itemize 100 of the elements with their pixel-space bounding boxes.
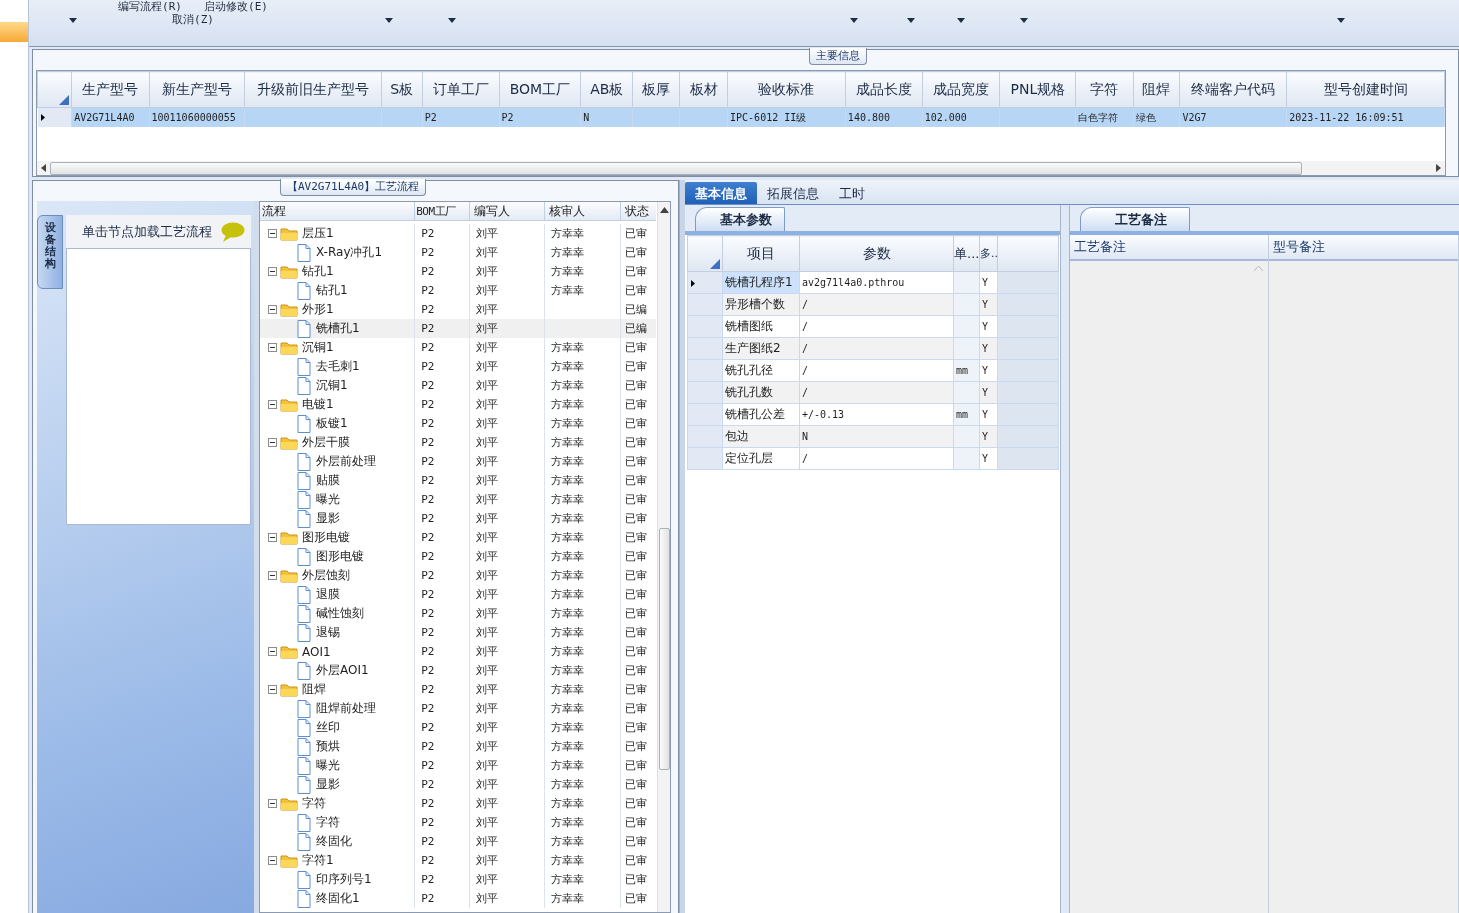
collapse-icon[interactable]: [268, 229, 277, 238]
column-header[interactable]: 板材: [679, 71, 728, 108]
tree-row[interactable]: 图形电镀 P2 刘平 方幸幸 已审: [260, 547, 656, 566]
column-header[interactable]: 项目: [722, 235, 800, 272]
tree-row[interactable]: 退锡 P2 刘平 方幸幸 已审: [260, 623, 656, 642]
vertical-scrollbar[interactable]: [657, 202, 670, 912]
panel-tab[interactable]: 工艺备注: [1080, 207, 1190, 231]
caret-icon[interactable]: [957, 18, 965, 23]
column-header[interactable]: 型号备注: [1269, 235, 1458, 261]
column-header[interactable]: AB板: [580, 71, 633, 108]
ribbon-button[interactable]: 编写流程(R): [118, 0, 182, 13]
tree-row[interactable]: 板镀1 P2 刘平 方幸幸 已审: [260, 414, 656, 433]
column-header[interactable]: 阻焊: [1133, 71, 1180, 108]
tree-row[interactable]: 外层蚀刻 P2 刘平 方幸幸 已审: [260, 566, 656, 585]
tree-row[interactable]: 图形电镀 P2 刘平 方幸幸 已审: [260, 528, 656, 547]
tree-row[interactable]: 显影 P2 刘平 方幸幸 已审: [260, 509, 656, 528]
tree-row[interactable]: 终固化1 P2 刘平 方幸幸 已审: [260, 889, 656, 908]
collapse-icon[interactable]: [268, 571, 277, 580]
caret-icon[interactable]: [448, 18, 456, 23]
node-label: 退锡: [316, 624, 340, 641]
column-header[interactable]: 成品宽度: [922, 71, 1000, 108]
tree-row[interactable]: 外层前处理 P2 刘平 方幸幸 已审: [260, 452, 656, 471]
tree-row[interactable]: 字符1 P2 刘平 方幸幸 已审: [260, 851, 656, 870]
side-tab[interactable]: 设备结构: [37, 215, 63, 289]
tree-row[interactable]: 钻孔1 P2 刘平 方幸幸 已审: [260, 281, 656, 300]
tab[interactable]: 拓展信息: [757, 182, 829, 204]
collapse-icon[interactable]: [268, 685, 277, 694]
tree-row[interactable]: 层压1 P2 刘平 方幸幸 已审: [260, 224, 656, 243]
tree-row[interactable]: 终固化 P2 刘平 方幸幸 已审: [260, 832, 656, 851]
caret-icon[interactable]: [385, 18, 393, 23]
tree-row[interactable]: 沉铜1 P2 刘平 方幸幸 已审: [260, 376, 656, 395]
column-header[interactable]: 工艺备注: [1070, 235, 1268, 261]
column-header[interactable]: 订单工厂: [422, 71, 499, 108]
folder-icon: [280, 264, 298, 279]
tree-row[interactable]: 丝印 P2 刘平 方幸幸 已审: [260, 718, 656, 737]
column-header[interactable]: 生产型号: [71, 71, 149, 108]
caret-icon[interactable]: [907, 18, 915, 23]
caret-icon[interactable]: [1337, 18, 1345, 23]
table-cell: P2: [415, 680, 470, 699]
tab[interactable]: 基本信息: [685, 182, 757, 204]
tree-row[interactable]: 显影 P2 刘平 方幸幸 已审: [260, 775, 656, 794]
ribbon-button[interactable]: 启动修改(E): [204, 0, 268, 13]
table-cell: 方幸幸: [544, 262, 622, 281]
collapse-icon[interactable]: [268, 438, 277, 447]
tree-row[interactable]: 预烘 P2 刘平 方幸幸 已审: [260, 737, 656, 756]
column-header[interactable]: 字符: [1075, 71, 1133, 108]
panel-tab[interactable]: 基本参数: [695, 207, 785, 231]
column-header[interactable]: 新生产型号: [149, 71, 245, 108]
row-indicator[interactable]: [37, 107, 72, 127]
tree-row[interactable]: 贴膜 P2 刘平 方幸幸 已审: [260, 471, 656, 490]
tree-row[interactable]: 沉铜1 P2 刘平 方幸幸 已审: [260, 338, 656, 357]
collapse-icon[interactable]: [268, 305, 277, 314]
tree-row[interactable]: 电镀1 P2 刘平 方幸幸 已审: [260, 395, 656, 414]
column-header[interactable]: 核审人: [544, 202, 622, 220]
collapse-icon[interactable]: [268, 343, 277, 352]
tree-row[interactable]: 铣槽孔1 P2 刘平 已编: [260, 319, 656, 338]
tree-row[interactable]: 外层AOI1 P2 刘平 方幸幸 已审: [260, 661, 656, 680]
column-header[interactable]: BOM工厂: [415, 202, 470, 220]
column-header[interactable]: 编写人: [469, 202, 545, 220]
column-header[interactable]: 状态: [621, 202, 656, 220]
column-header[interactable]: 单...: [953, 235, 980, 272]
column-header[interactable]: 参数: [799, 235, 954, 272]
current-row-icon: [691, 279, 695, 287]
collapse-icon[interactable]: [268, 267, 277, 276]
tab[interactable]: 工时: [829, 182, 875, 204]
tree-row[interactable]: 钻孔1 P2 刘平 方幸幸 已审: [260, 262, 656, 281]
collapse-icon[interactable]: [268, 647, 277, 656]
tree-row[interactable]: 阻焊 P2 刘平 方幸幸 已审: [260, 680, 656, 699]
tree-row[interactable]: 字符 P2 刘平 方幸幸 已审: [260, 794, 656, 813]
tree-row[interactable]: AOI1 P2 刘平 方幸幸 已审: [260, 642, 656, 661]
collapse-icon[interactable]: [268, 799, 277, 808]
column-header[interactable]: 终端客户代码: [1179, 71, 1287, 108]
collapse-icon[interactable]: [268, 533, 277, 542]
tree-row[interactable]: 曝光 P2 刘平 方幸幸 已审: [260, 756, 656, 775]
caret-icon[interactable]: [69, 18, 77, 23]
column-header[interactable]: 成品长度: [845, 71, 923, 108]
caret-icon[interactable]: [1020, 18, 1028, 23]
collapse-icon[interactable]: [268, 400, 277, 409]
collapse-icon[interactable]: [268, 856, 277, 865]
tree-row[interactable]: X-Ray冲孔1 P2 刘平 方幸幸 已审: [260, 243, 656, 262]
tree-row[interactable]: 阻焊前处理 P2 刘平 方幸幸 已审: [260, 699, 656, 718]
tree-row[interactable]: 去毛刺1 P2 刘平 方幸幸 已审: [260, 357, 656, 376]
caret-icon[interactable]: [850, 18, 858, 23]
column-header[interactable]: 升级前旧生产型号: [244, 71, 382, 108]
table-cell-text: 已审: [624, 853, 649, 869]
tree-row[interactable]: 字符 P2 刘平 方幸幸 已审: [260, 813, 656, 832]
column-header[interactable]: S板: [381, 71, 423, 108]
ribbon-button[interactable]: 取消(Z): [172, 13, 214, 26]
column-header[interactable]: PNL规格: [999, 71, 1076, 108]
column-header[interactable]: BOM工厂: [499, 71, 581, 108]
column-header[interactable]: 型号创建时间: [1286, 71, 1445, 108]
column-header[interactable]: 验收标准: [727, 71, 846, 108]
tree-row[interactable]: 碱性蚀刻 P2 刘平 方幸幸 已审: [260, 604, 656, 623]
tree-row[interactable]: 曝光 P2 刘平 方幸幸 已审: [260, 490, 656, 509]
scroll-thumb[interactable]: [658, 528, 670, 770]
tree-row[interactable]: 外层干膜 P2 刘平 方幸幸 已审: [260, 433, 656, 452]
column-header[interactable]: 流程: [260, 202, 416, 220]
tree-row[interactable]: 退膜 P2 刘平 方幸幸 已审: [260, 585, 656, 604]
column-header[interactable]: 板厚: [632, 71, 680, 108]
tree-row[interactable]: 印序列号1 P2 刘平 方幸幸 已审: [260, 870, 656, 889]
